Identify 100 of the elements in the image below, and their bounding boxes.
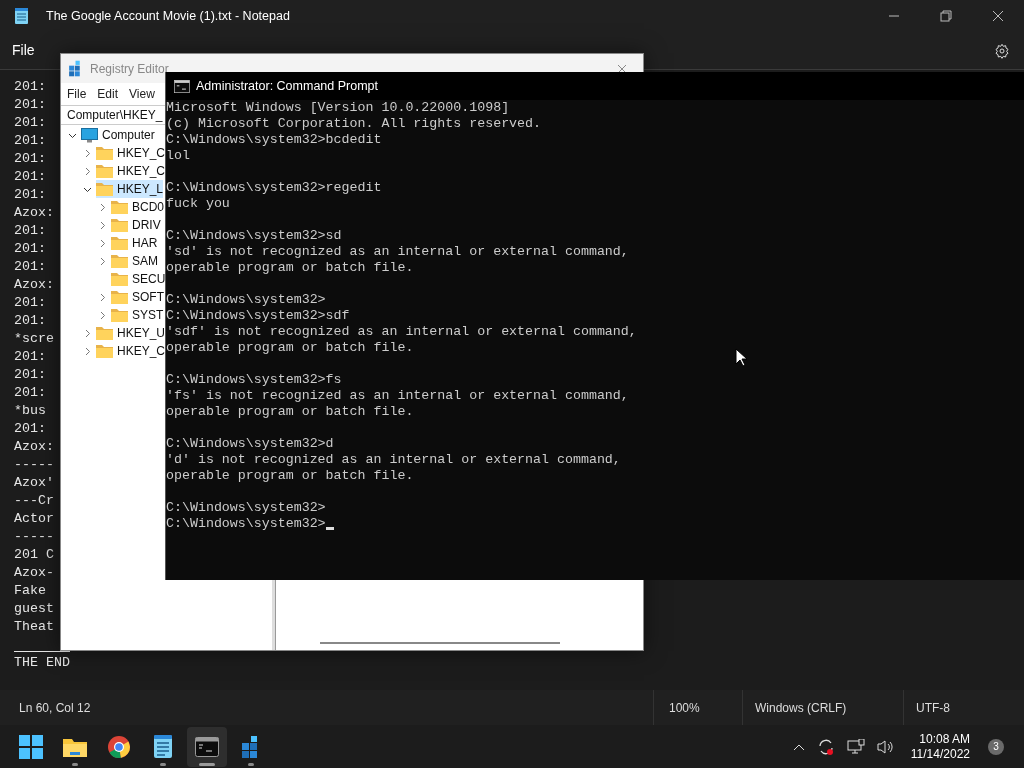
console-line: operable program or batch file. xyxy=(166,404,414,420)
text-line: Azox- xyxy=(14,565,54,580)
text-line: 201: xyxy=(14,367,46,382)
running-indicator xyxy=(248,762,254,766)
zoom-level: 100% xyxy=(668,699,701,717)
notepad-icon xyxy=(153,734,173,759)
console-line: fuck you xyxy=(166,196,230,212)
window-title: Registry Editor xyxy=(90,60,169,78)
console-line: 'sd' is not recognized as an internal or external command, xyxy=(166,244,629,260)
text-line: 201: xyxy=(14,187,46,202)
mouse-pointer-icon xyxy=(735,348,747,367)
console-line: C:\Windows\system32>d xyxy=(166,436,334,452)
computer-icon xyxy=(81,127,98,143)
folder-icon xyxy=(96,164,113,178)
text-line: *bus xyxy=(14,403,46,418)
console-line: 'fs' is not recognized as an internal or external command, xyxy=(166,388,629,404)
menu-item[interactable]: View xyxy=(129,85,155,103)
close-icon[interactable] xyxy=(617,63,627,74)
terminal-icon xyxy=(174,79,190,93)
text-line: THE END xyxy=(14,655,70,670)
tree-item[interactable]: DRIV xyxy=(111,216,161,234)
notification-badge[interactable]: 3 xyxy=(988,738,1004,755)
text-line: Fake xyxy=(14,583,46,598)
text-line: *scre xyxy=(14,331,54,346)
console-line: 'sdf' is not recognized as an internal or external command, xyxy=(166,324,637,340)
tree-item[interactable]: HKEY_C xyxy=(96,342,166,360)
text-line: 201: xyxy=(14,115,46,130)
text-line: 201: xyxy=(14,223,46,238)
tree-item[interactable]: SYST xyxy=(111,306,164,324)
console-line: operable program or batch file. xyxy=(166,468,414,484)
folder-icon xyxy=(111,218,128,232)
encoding: UTF-8 xyxy=(915,699,951,717)
console-line: C:\Windows\system32> xyxy=(166,500,326,516)
chevron-up-icon[interactable] xyxy=(792,742,805,751)
clock[interactable]: 10:08 AM 11/14/2022 xyxy=(910,731,970,762)
menu-item[interactable]: File xyxy=(67,85,87,103)
folder-icon xyxy=(96,182,113,196)
text-line: 201: xyxy=(14,241,46,256)
text-line: 201: xyxy=(14,133,46,148)
text-line: 201: xyxy=(14,313,46,328)
close-icon[interactable] xyxy=(992,10,1004,22)
restore-icon[interactable] xyxy=(940,10,952,22)
text-line: 201: xyxy=(14,151,46,166)
text-line: guest xyxy=(14,601,54,616)
window-title: Administrator: Command Prompt xyxy=(196,77,378,95)
menu-item[interactable]: File xyxy=(12,40,35,61)
folder-icon xyxy=(111,200,128,214)
text-line: 201: xyxy=(14,259,46,274)
tree-item[interactable]: HKEY_L xyxy=(96,180,164,198)
console-line: C:\Windows\system32>fs xyxy=(166,372,342,388)
taskbar-app[interactable] xyxy=(187,726,227,767)
folder-icon xyxy=(111,254,128,268)
text-line: ----- xyxy=(14,457,54,472)
text-line: Azox: xyxy=(14,277,54,292)
folder-icon xyxy=(96,146,113,160)
text-line: Azox' xyxy=(14,475,54,490)
console-line: operable program or batch file. xyxy=(166,260,414,276)
console-line: lol xyxy=(166,148,190,164)
tree-item[interactable]: SAM xyxy=(111,252,158,270)
text-line: 201: xyxy=(14,385,46,400)
windows-logo-icon xyxy=(19,734,43,759)
console-line: C:\Windows\system32> xyxy=(166,292,326,308)
tree-item[interactable]: HAR xyxy=(111,234,158,252)
console-line: C:\Windows\system32>sd xyxy=(166,228,342,244)
settings-icon[interactable] xyxy=(994,42,1010,59)
notepad-icon xyxy=(15,8,28,24)
running-indicator xyxy=(199,762,215,766)
console-line: operable program or batch file. xyxy=(166,340,414,356)
menu-item[interactable]: Edit xyxy=(97,85,119,103)
terminal-icon xyxy=(195,736,219,757)
console-line: C:\Windows\system32> xyxy=(166,516,326,532)
text-line: Theat xyxy=(14,619,54,634)
tree-item[interactable]: BCD0 xyxy=(111,198,164,216)
text-line: 201: xyxy=(14,169,46,184)
text-line: Actor xyxy=(14,511,54,526)
text-line: Azox: xyxy=(14,439,54,454)
folder-icon xyxy=(111,272,128,286)
tree-item[interactable]: HKEY_C xyxy=(96,162,166,180)
tree-item[interactable]: Computer xyxy=(81,126,155,144)
folder-icon xyxy=(111,236,128,250)
console-line: Microsoft Windows [Version 10.0.22000.1098] xyxy=(166,100,510,116)
line-ending: Windows (CRLF) xyxy=(754,699,848,717)
tree-item[interactable]: HKEY_C xyxy=(96,144,166,162)
address-bar[interactable]: Computer\HKEY_ xyxy=(61,106,165,124)
tree-item[interactable]: HKEY_U xyxy=(96,324,166,342)
text-line: 201: xyxy=(14,295,46,310)
folder-icon xyxy=(96,326,113,340)
window-title: The Google Account Movie (1).txt - Notepad xyxy=(46,7,290,25)
console-line: C:\Windows\system32>sdf xyxy=(166,308,350,324)
text-line: 201: xyxy=(14,79,46,94)
text-line: 201: xyxy=(14,421,46,436)
folder-icon xyxy=(111,308,128,322)
volume-icon[interactable] xyxy=(876,738,895,755)
tree-item[interactable]: SOFT xyxy=(111,288,164,306)
folder-icon xyxy=(96,344,113,358)
sync-icon[interactable] xyxy=(816,737,835,756)
text-line: 201: xyxy=(14,97,46,112)
network-icon[interactable] xyxy=(846,738,865,755)
tree-item[interactable]: SECU xyxy=(111,270,166,288)
text-line: Azox: xyxy=(14,205,54,220)
